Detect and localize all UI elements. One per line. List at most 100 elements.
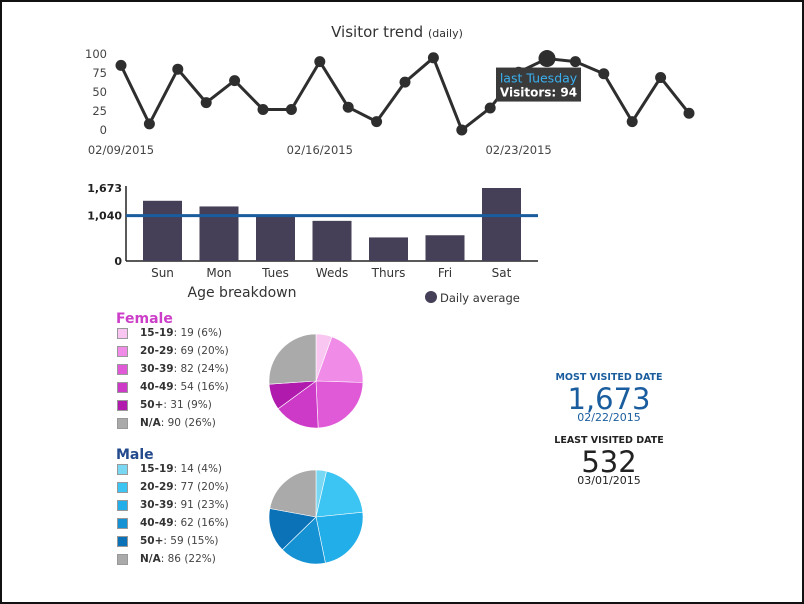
trend-point[interactable] [172, 63, 184, 75]
male-legend-range: 20-29 [140, 481, 174, 493]
bar-x-tick-label: Tues [261, 266, 289, 280]
female-pie-slice[interactable] [315, 380, 364, 429]
bar-y-tick-label: 1,673 [87, 182, 122, 195]
bar-x-tick-label: Thurs [371, 266, 406, 280]
male-legend-text: N/A: 86 (22%) [140, 553, 216, 565]
tooltip-title: last Tuesday [500, 71, 578, 86]
female-legend-swatch [117, 346, 128, 357]
trend-point[interactable] [399, 76, 411, 88]
female-legend-range: 15-19 [140, 327, 174, 339]
female-legend-range: 30-39 [140, 363, 174, 375]
female-legend-value: : 69 (20%) [173, 345, 229, 357]
male-legend-text: 40-49: 62 (16%) [140, 517, 229, 529]
bar-fri[interactable] [425, 235, 465, 261]
trend-y-tick-label: 50 [92, 85, 107, 99]
bar-y-tick-label: 0 [114, 255, 122, 268]
male-legend-swatch [117, 482, 128, 493]
male-legend-swatch [117, 464, 128, 475]
most-visited-value: 1,673 [567, 382, 651, 416]
female-legend-swatch [117, 418, 128, 429]
male-legend-swatch [117, 554, 128, 565]
trend-tooltip: last Tuesday Visitors: 94 [496, 67, 581, 102]
bar-x-tick-label: Weds [316, 266, 348, 280]
male-legend-swatch [117, 500, 128, 511]
trend-point[interactable] [484, 102, 496, 114]
male-pie-slice[interactable] [269, 469, 317, 518]
male-title: Male [116, 447, 154, 463]
trend-point[interactable] [143, 118, 155, 130]
bar-sun[interactable] [143, 200, 182, 261]
female-legend-value: : 82 (24%) [173, 363, 229, 375]
bar-tues[interactable] [256, 216, 295, 261]
male-legend-swatch [117, 536, 128, 547]
trend-point[interactable] [371, 116, 383, 128]
trend-x-tick-label: 02/23/2015 [485, 143, 551, 157]
trend-point[interactable] [598, 68, 610, 80]
trend-point[interactable] [569, 56, 581, 68]
male-legend-range: N/A [140, 553, 161, 565]
bar-weds[interactable] [312, 220, 352, 261]
dashboard: Visitor trend (daily) 100 75 50 25 0 02/09/2… [2, 2, 802, 602]
trend-y-tick-label: 100 [85, 47, 107, 61]
trend-point[interactable] [626, 116, 638, 128]
trend-point[interactable] [456, 124, 468, 136]
male-legend-value: : 77 (20%) [173, 481, 229, 493]
trend-point[interactable] [314, 56, 326, 68]
age-breakdown-title: Age breakdown [188, 285, 297, 301]
female-pie-chart [268, 333, 364, 429]
male-legend-value: : 14 (4%) [173, 463, 223, 475]
trend-x-tick-label: 02/16/2015 [287, 143, 353, 157]
female-legend-value: : 54 (16%) [173, 381, 229, 393]
least-visited-date: 03/01/2015 [577, 474, 641, 487]
female-legend-range: 50+ [140, 399, 164, 411]
female-legend-range: 20-29 [140, 345, 174, 357]
female-legend-value: : 90 (26%) [160, 417, 216, 429]
trend-y-tick-label: 25 [92, 104, 107, 118]
most-visited-date: 02/22/2015 [577, 411, 641, 424]
bar-sat[interactable] [482, 188, 521, 261]
male-legend-range: 15-19 [140, 463, 174, 475]
trend-point[interactable] [342, 101, 354, 113]
female-legend-range: 40-49 [140, 381, 174, 393]
bar-y-tick-label: 1,040 [87, 210, 122, 223]
female-legend-swatch [117, 328, 128, 339]
female-legend-text: 50+: 31 (9%) [140, 399, 212, 411]
trend-y-tick-label: 75 [92, 66, 107, 80]
daily-average-legend-marker [425, 291, 437, 303]
trend-point[interactable] [257, 103, 269, 115]
bar-thurs[interactable] [369, 237, 408, 261]
trend-point[interactable] [285, 103, 297, 115]
tooltip-value: Visitors: 94 [500, 86, 577, 100]
trend-point[interactable] [655, 72, 667, 84]
female-legend-swatch [117, 382, 128, 393]
trend-highlight-point[interactable] [538, 50, 556, 68]
trend-point[interactable] [200, 97, 212, 109]
male-legend-value: : 91 (23%) [173, 499, 229, 511]
female-legend-text: 20-29: 69 (20%) [140, 345, 229, 357]
trend-point[interactable] [229, 75, 241, 87]
male-legend-value: : 86 (22%) [160, 553, 216, 565]
daily-average-legend-label: Daily average [440, 291, 520, 305]
male-legend-swatch [117, 518, 128, 529]
female-legend-text: 15-19: 19 (6%) [140, 327, 222, 339]
weekday-bar-chart: 1,673 1,040 0 Sun Mon Tues Weds Thurs Fri Sat Ag… [87, 182, 538, 305]
female-title: Female [116, 311, 173, 327]
male-legend-value: : 62 (16%) [173, 517, 229, 529]
bar-x-tick-label: Mon [206, 266, 231, 280]
male-legend-text: 15-19: 14 (4%) [140, 463, 222, 475]
bar-x-tick-label: Sat [492, 266, 512, 280]
male-legend-text: 20-29: 77 (20%) [140, 481, 229, 493]
female-pie-slice[interactable] [268, 333, 317, 385]
trend-point[interactable] [115, 59, 127, 71]
male-legend-text: 50+: 59 (15%) [140, 535, 219, 547]
female-legend-range: N/A [140, 417, 161, 429]
trend-point[interactable] [683, 107, 695, 119]
female-legend-value: : 19 (6%) [173, 327, 223, 339]
male-legend-range: 40-49 [140, 517, 174, 529]
male-legend-text: 30-39: 91 (23%) [140, 499, 229, 511]
trend-y-tick-label: 0 [100, 123, 107, 137]
trend-point[interactable] [427, 52, 439, 64]
female-legend-text: 30-39: 82 (24%) [140, 363, 229, 375]
dashboard-frame: Visitor trend (daily) 100 75 50 25 0 02/09/2… [0, 0, 804, 604]
male-legend-range: 50+ [140, 535, 164, 547]
